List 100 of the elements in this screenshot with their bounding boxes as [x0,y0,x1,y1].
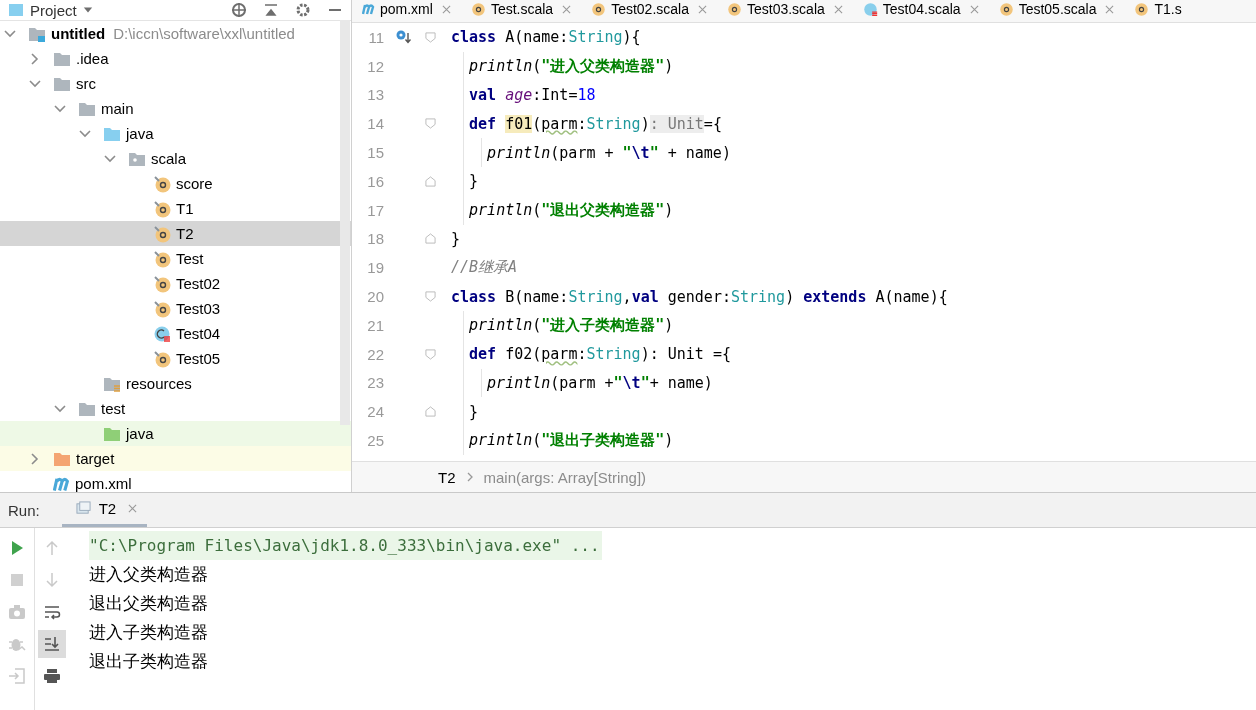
tree-item[interactable]: target [0,446,351,471]
fold-icon[interactable] [424,348,436,360]
close-icon[interactable] [1105,4,1115,14]
console-output: 退出父类构造器 [89,593,208,615]
code-line: println(parm + "\t" + name) [487,143,731,162]
scrollbar[interactable] [340,20,350,425]
maven-icon [53,475,70,492]
tree-item[interactable]: T1 [0,196,351,221]
folder-icon [8,2,24,18]
tree-item[interactable]: Test [0,246,351,271]
tree-item[interactable]: Test03 [0,296,351,321]
line-number: 20 [366,288,384,306]
code-line: class B(name:String,val gender:String) extends A(name){ [451,287,948,306]
item-label: pom.xml [75,475,132,492]
line-number: 25 [366,432,384,450]
tree-item[interactable]: T2 [0,221,351,246]
chevron-icon[interactable] [104,152,116,165]
item-label: src [76,75,96,92]
chevron-icon[interactable] [29,77,41,90]
scroll-to-end-icon[interactable] [38,630,66,658]
run-tab[interactable]: T2 [61,493,148,527]
collapse-all-icon[interactable] [263,2,279,18]
item-label: target [76,450,115,467]
fold-icon[interactable] [424,406,436,418]
tree-item[interactable]: .idea [0,46,351,71]
item-label: Test02 [176,275,221,292]
line-number: 11 [367,28,384,46]
line-number: 24 [366,403,384,421]
console-icon [75,501,91,516]
scala-class-icon [153,324,171,343]
item-label: main [101,100,134,117]
tree-item[interactable]: pom.xml [0,471,351,492]
console-output: 进入父类构造器 [89,564,208,586]
tree-item[interactable]: untitled D:\iccn\software\xxl\untitled [0,21,351,46]
fold-icon[interactable] [424,233,436,245]
tree-item[interactable]: Test05 [0,346,351,371]
code-line: //B继承A [451,258,518,278]
tree-item[interactable]: main [0,96,351,121]
override-icon[interactable] [395,29,411,46]
breadcrumb[interactable]: T2 [438,468,456,486]
line-number: 16 [366,172,384,190]
close-icon[interactable] [128,504,138,513]
chevron-icon[interactable] [4,27,16,40]
tree-item[interactable]: scala [0,146,351,171]
line-number: 17 [366,201,384,219]
scala-object-icon [153,299,171,318]
scala-object-icon [1134,1,1150,17]
close-icon[interactable] [562,4,572,14]
item-label: Test05 [176,350,221,367]
code-line: def f01(parm:String): Unit={ [469,114,722,133]
editor-tab[interactable]: Test03.scala [717,0,853,18]
item-label: untitled [51,25,106,42]
tree-item[interactable]: src [0,71,351,96]
tree-item[interactable]: java [0,121,351,146]
scala-object-icon [727,1,742,17]
editor-tab[interactable]: Test.scala [460,0,582,18]
chevron-icon[interactable] [79,127,91,140]
tree-item[interactable]: Test04 [0,321,351,346]
fold-icon[interactable] [424,175,436,187]
close-icon[interactable] [833,4,843,14]
editor-tab[interactable]: Test02.scala [581,0,717,18]
line-number: 13 [366,86,384,104]
tree-item[interactable]: score [0,171,351,196]
item-label: test [101,400,126,417]
item-label: T1 [176,200,194,217]
close-icon[interactable] [698,4,707,14]
chevron-icon[interactable] [54,102,66,115]
code-line: println("进入子类构造器") [469,315,674,335]
tree-item[interactable]: resources [0,371,351,396]
panel-title[interactable]: Project [30,1,77,19]
line-number: 23 [366,374,384,392]
chevron-icon[interactable] [29,52,41,65]
settings-icon[interactable] [295,2,311,18]
item-label: resources [126,375,192,392]
editor-tab[interactable]: Test05.scala [988,0,1125,18]
chevron-icon[interactable] [29,452,41,465]
editor-tab[interactable]: Test04.scala [852,0,989,18]
fold-icon[interactable] [424,31,436,43]
scala-class-icon [862,1,878,17]
line-number: 12 [366,57,384,75]
line-number: 21 [366,316,384,334]
item-label: score [176,175,213,192]
tree-item[interactable]: Test02 [0,271,351,296]
fold-icon[interactable] [424,118,436,130]
code-line: } [469,172,479,191]
console-output: 退出子类构造器 [89,651,208,673]
line-number: 19 [366,259,384,277]
caret-icon[interactable] [82,6,93,14]
target-icon[interactable] [231,2,247,18]
chevron-icon[interactable] [54,402,66,415]
fold-icon[interactable] [424,291,436,303]
tree-item[interactable]: test [0,396,351,421]
line-number: 22 [366,345,384,363]
close-icon[interactable] [441,4,451,14]
editor-tab[interactable]: pom.xml [352,0,461,18]
close-icon[interactable] [969,4,979,14]
editor-tab[interactable]: T1.s [1124,0,1192,18]
tree-item[interactable]: java [0,421,351,446]
panel-title: Run: [7,501,41,519]
item-label: Test03 [176,300,221,317]
